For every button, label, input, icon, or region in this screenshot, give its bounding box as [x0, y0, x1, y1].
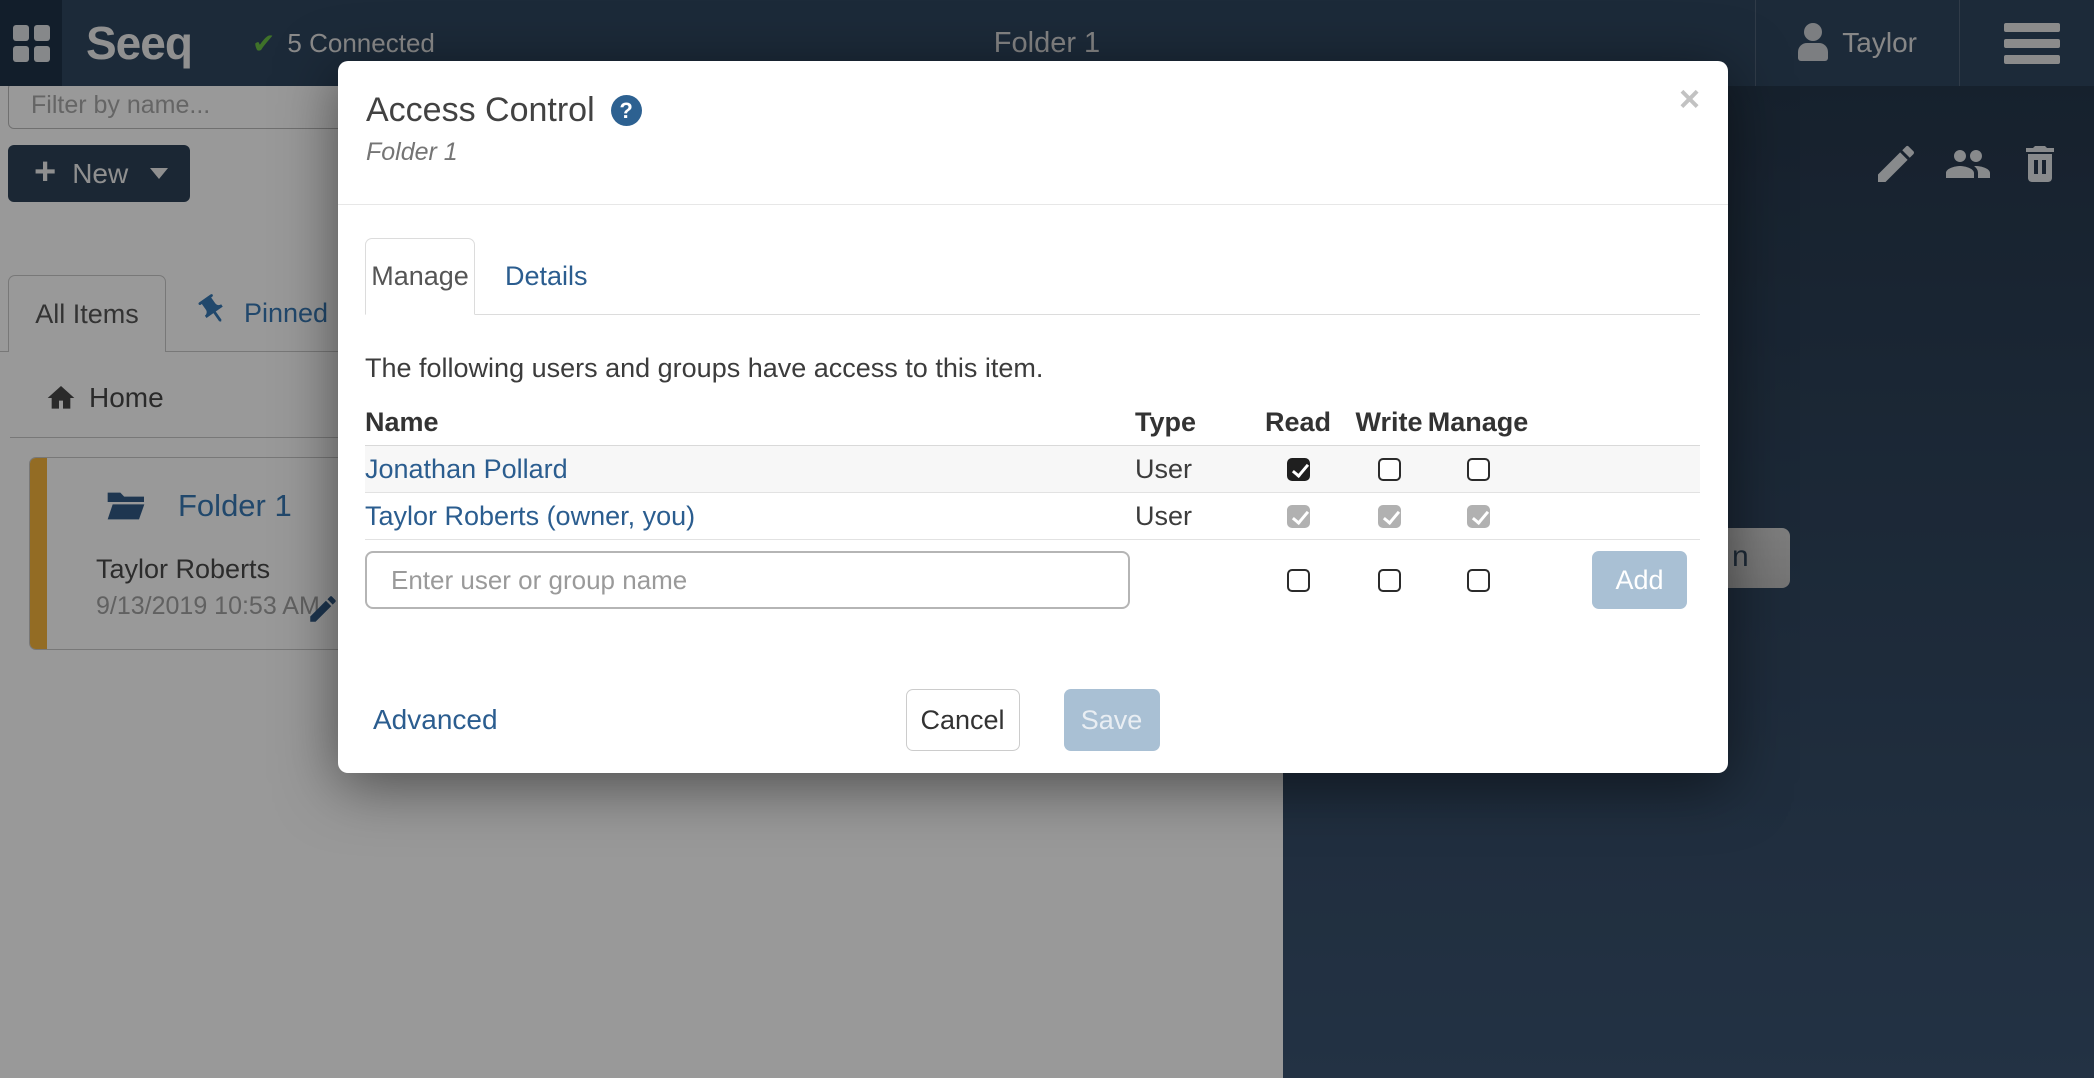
help-icon[interactable]: ?	[611, 95, 642, 126]
user-name-link[interactable]: Taylor Roberts (owner, you)	[365, 501, 1135, 532]
user-name-link[interactable]: Jonathan Pollard	[365, 454, 1135, 485]
modal-footer: Advanced Cancel Save	[365, 689, 1700, 751]
access-control-modal: Access Control ? Folder 1 × Manage Detai…	[338, 61, 1728, 773]
user-type: User	[1135, 454, 1253, 485]
modal-tab-bar: Manage Details	[365, 238, 1700, 315]
access-table-header: Name Type Read Write Manage	[365, 400, 1700, 446]
add-button[interactable]: Add	[1592, 551, 1687, 609]
modal-title: Access Control	[366, 91, 595, 130]
write-checkbox[interactable]	[1378, 569, 1401, 592]
save-button[interactable]: Save	[1064, 689, 1160, 751]
column-type: Type	[1135, 407, 1253, 438]
write-checkbox[interactable]	[1378, 458, 1401, 481]
tab-details[interactable]: Details	[475, 238, 618, 314]
column-write: Write	[1355, 407, 1422, 438]
modal-subtitle: Folder 1	[366, 138, 1698, 167]
close-icon[interactable]: ×	[1679, 81, 1700, 117]
table-row: Jonathan Pollard User	[365, 446, 1700, 493]
advanced-link[interactable]: Advanced	[373, 704, 498, 736]
add-entry-row: Add	[365, 549, 1700, 611]
modal-body: Manage Details The following users and g…	[338, 205, 1728, 778]
table-row: Taylor Roberts (owner, you) User	[365, 493, 1700, 540]
read-checkbox[interactable]	[1287, 458, 1310, 481]
write-checkbox	[1378, 505, 1401, 528]
read-checkbox[interactable]	[1287, 569, 1310, 592]
tab-details-label: Details	[505, 261, 588, 292]
manage-checkbox[interactable]	[1467, 569, 1490, 592]
cancel-button[interactable]: Cancel	[906, 689, 1020, 751]
tab-manage[interactable]: Manage	[365, 238, 475, 315]
read-checkbox	[1287, 505, 1310, 528]
manage-checkbox	[1467, 505, 1490, 528]
add-user-input[interactable]	[365, 551, 1130, 609]
tab-manage-label: Manage	[371, 261, 469, 292]
user-type: User	[1135, 501, 1253, 532]
seeq-app: Seeq ✔ 5 Connected Folder 1 Taylor + New	[0, 0, 2094, 1078]
modal-header: Access Control ? Folder 1 ×	[338, 61, 1728, 205]
column-name: Name	[365, 407, 1135, 438]
access-table: Name Type Read Write Manage Jonathan Pol…	[365, 400, 1700, 611]
access-description: The following users and groups have acce…	[365, 353, 1700, 384]
column-read: Read	[1265, 407, 1331, 438]
manage-checkbox[interactable]	[1467, 458, 1490, 481]
column-manage: Manage	[1428, 407, 1529, 438]
